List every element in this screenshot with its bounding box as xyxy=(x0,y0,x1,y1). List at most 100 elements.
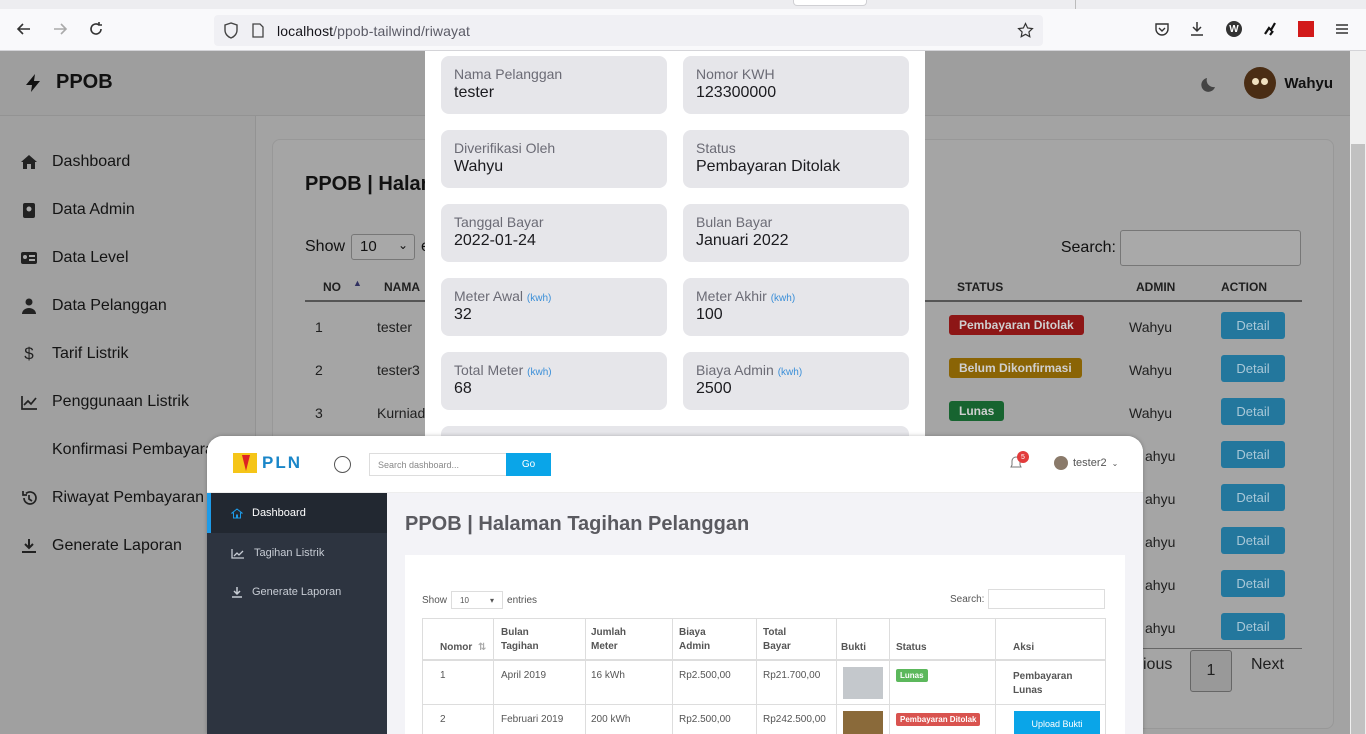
column-divider xyxy=(995,619,996,659)
field-value: 123300000 xyxy=(696,84,777,101)
col-biaya-admin[interactable]: Biaya Admin xyxy=(679,626,729,654)
col-bukti[interactable]: Bukti xyxy=(841,641,866,655)
bukti-thumbnail[interactable] xyxy=(843,667,883,699)
col-jumlah-meter[interactable]: Jumlah Meter xyxy=(591,626,641,654)
url-bar[interactable]: localhost/ppob-tailwind/riwayat xyxy=(214,15,1043,46)
cell-bulan: April 2019 xyxy=(501,670,547,681)
detail-button[interactable]: Detail xyxy=(1221,527,1285,554)
id-badge-icon xyxy=(20,201,38,219)
col-status[interactable]: Status xyxy=(896,641,927,655)
search-input[interactable] xyxy=(988,589,1106,609)
app-brand[interactable]: PPOB xyxy=(24,71,113,94)
sidebar-item-tagihan-listrik[interactable]: Tagihan Listrik xyxy=(207,533,387,573)
detail-button[interactable]: Detail xyxy=(1221,613,1285,640)
page-icon xyxy=(252,23,264,38)
bookmark-star-icon[interactable] xyxy=(1017,22,1034,39)
entries-select[interactable]: 10 ▾ xyxy=(451,591,504,609)
table-row: 1 April 2019 16 kWh Rp2.500,00 Rp21.700,… xyxy=(423,661,1105,705)
pdf-extension-icon[interactable] xyxy=(1295,18,1317,40)
go-button[interactable]: Go xyxy=(506,453,551,476)
cell-biaya: Rp2.500,00 xyxy=(679,670,731,681)
sidebar-item-data-level[interactable]: Data Level xyxy=(20,249,129,267)
wordpress-extension-icon[interactable]: W xyxy=(1223,18,1245,40)
col-bulan-tagihan[interactable]: Bulan Tagihan xyxy=(501,626,551,654)
entries-value: 10 xyxy=(460,596,469,605)
cell-total: Rp242.500,00 xyxy=(763,714,826,725)
pln-brand: PLN xyxy=(262,453,302,472)
field-label: Total Meter (kwh) xyxy=(454,362,552,378)
back-icon[interactable] xyxy=(13,18,35,40)
sort-asc-icon: ▲ xyxy=(353,278,362,288)
cell-nomor: 1 xyxy=(440,670,446,681)
detail-button[interactable]: Detail xyxy=(1221,355,1285,382)
sidebar-item-generate-laporan[interactable]: Generate Laporan xyxy=(207,572,387,612)
detail-button[interactable]: Detail xyxy=(1221,484,1285,511)
field-nama-pelanggan: Nama Pelanggan tester xyxy=(441,56,667,114)
col-nomor[interactable]: Nomor xyxy=(440,641,472,655)
entries-select[interactable]: 10 ⌄ xyxy=(351,234,416,260)
cell-jumlah: 16 kWh xyxy=(591,670,625,681)
status-badge: Pembayaran Ditolak xyxy=(896,713,981,726)
page-1-button[interactable]: 1 xyxy=(1190,650,1232,692)
sidebar-item-riwayat-pembayaran[interactable]: Riwayat Pembayaran xyxy=(20,489,204,507)
next-button[interactable]: Next xyxy=(1251,656,1284,674)
column-divider xyxy=(585,705,586,734)
user-menu[interactable]: Wahyu xyxy=(1244,67,1333,99)
scrollbar-thumb[interactable] xyxy=(1351,144,1365,734)
cell-bulan: Februari 2019 xyxy=(501,714,564,725)
page-scrollbar[interactable] xyxy=(1350,51,1366,734)
cell-admin: Wahyu xyxy=(1129,319,1173,335)
brand-name: PPOB xyxy=(56,71,113,93)
cell-no: 3 xyxy=(315,405,323,421)
shield-icon[interactable] xyxy=(223,22,239,39)
field-diverifikasi-oleh: Diverifikasi Oleh Wahyu xyxy=(441,130,667,188)
sidebar-item-label: Data Level xyxy=(52,249,129,266)
active-tab[interactable] xyxy=(793,0,867,6)
pln-logo-icon xyxy=(233,453,257,473)
chevron-down-icon: ⌄ xyxy=(1111,458,1119,468)
aksi-text: Pembayaran Lunas xyxy=(1013,671,1073,696)
detail-button[interactable]: Detail xyxy=(1221,441,1285,468)
status-badge: Lunas xyxy=(949,401,1005,421)
dashboard-search-input[interactable]: Search dashboard... xyxy=(369,453,507,476)
payment-detail-modal: Nama Pelanggan tester Nomor KWH 123300000 … xyxy=(425,51,925,446)
sidebar-item-dashboard[interactable]: Dashboard xyxy=(207,493,387,533)
sidebar-item-generate-laporan[interactable]: Generate Laporan xyxy=(20,537,182,555)
user-menu[interactable]: tester2 ⌄ xyxy=(1054,456,1118,470)
extension-icon[interactable] xyxy=(1259,18,1281,40)
sidebar-item-data-pelanggan[interactable]: Data Pelanggan xyxy=(20,297,167,315)
col-action[interactable]: ACTION xyxy=(1221,280,1267,294)
pln-logo[interactable]: PLN xyxy=(233,453,302,473)
sidebar-item-dashboard[interactable]: Dashboard xyxy=(20,153,130,171)
notification-bell-icon[interactable]: 5 xyxy=(1010,451,1029,474)
menu-icon[interactable] xyxy=(1331,18,1353,40)
detail-button[interactable]: Detail xyxy=(1221,312,1285,339)
column-divider xyxy=(995,661,996,704)
sidebar-item-penggunaan-listrik[interactable]: Penggunaan Listrik xyxy=(20,393,189,411)
sidebar-item-data-admin[interactable]: Data Admin xyxy=(20,201,135,219)
sidebar-item-konfirmasi-pembayaran[interactable]: Konfirmasi Pembayaran xyxy=(20,441,223,459)
col-no[interactable]: NO xyxy=(323,280,341,294)
previous-button[interactable]: ious xyxy=(1143,656,1172,674)
reload-icon[interactable] xyxy=(85,18,107,40)
column-divider xyxy=(889,661,890,704)
theme-toggle-moon-icon[interactable] xyxy=(1201,76,1218,98)
lightning-icon xyxy=(26,73,40,92)
search-input[interactable] xyxy=(1120,230,1301,266)
show-label: Show xyxy=(305,238,346,255)
pocket-icon[interactable] xyxy=(1151,18,1173,40)
download-icon[interactable] xyxy=(1186,18,1208,40)
col-aksi[interactable]: Aksi xyxy=(1013,641,1034,655)
col-admin[interactable]: ADMIN xyxy=(1136,280,1175,294)
detail-button[interactable]: Detail xyxy=(1221,398,1285,425)
col-nama[interactable]: NAMA xyxy=(384,280,420,294)
bukti-thumbnail[interactable] xyxy=(843,711,883,734)
upload-bukti-button[interactable]: Upload Bukti xyxy=(1014,711,1100,734)
col-total-bayar[interactable]: Total Bayar xyxy=(763,626,813,654)
sidebar-item-tarif-listrik[interactable]: $ Tarif Listrik xyxy=(20,344,128,363)
cell-jumlah: 200 kWh xyxy=(591,714,631,725)
forward-icon[interactable] xyxy=(49,18,71,40)
col-status[interactable]: STATUS xyxy=(957,280,1003,294)
back-arrow-icon[interactable] xyxy=(334,456,351,473)
detail-button[interactable]: Detail xyxy=(1221,570,1285,597)
